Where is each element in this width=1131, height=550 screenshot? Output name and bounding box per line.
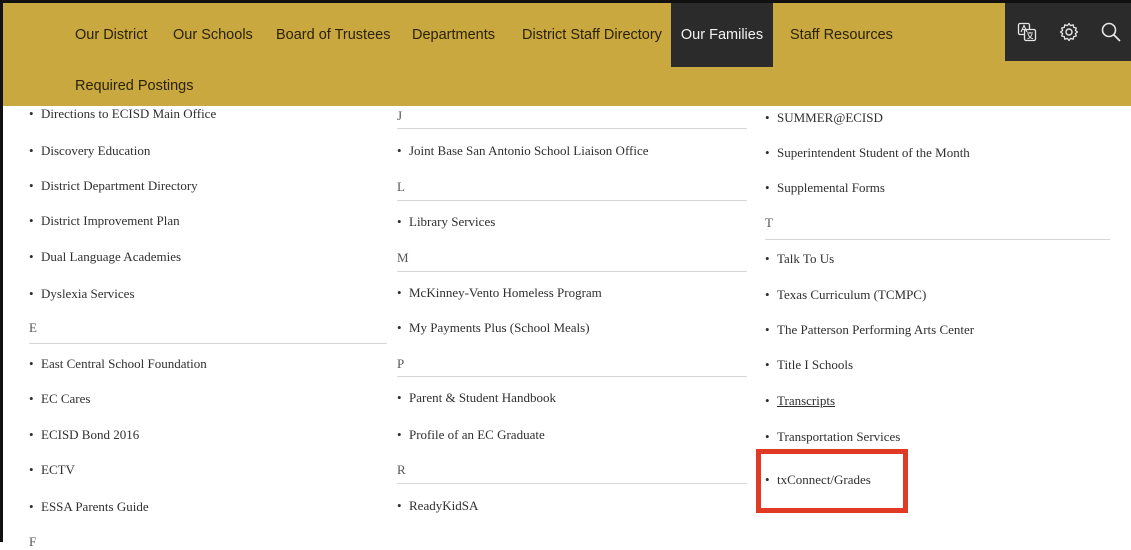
transcripts-link[interactable]: Transcripts (777, 393, 835, 408)
nav-tools (1005, 3, 1131, 61)
highlight-box (756, 449, 908, 513)
nav-required-postings[interactable]: Required Postings (75, 67, 194, 105)
nav-staff-resources[interactable]: Staff Resources (790, 3, 893, 67)
nav-board-of-trustees[interactable]: Board of Trustees (276, 3, 390, 67)
nav-our-schools[interactable]: Our Schools (173, 3, 253, 67)
list-item[interactable]: • Library Services (397, 214, 495, 230)
list-item[interactable]: • District Department Directory (29, 178, 198, 194)
list-item[interactable]: • Dyslexia Services (29, 286, 135, 302)
list-item[interactable]: • Discovery Education (29, 143, 150, 159)
nav-departments[interactable]: Departments (412, 3, 502, 67)
list-item[interactable]: • ESSA Parents Guide (29, 499, 149, 515)
list-item[interactable]: • Talk To Us (765, 251, 834, 267)
list-item[interactable]: • Dual Language Academies (29, 249, 181, 265)
letter-heading-r: R (397, 462, 406, 477)
letter-heading-p: P (397, 356, 405, 371)
list-item[interactable]: • Directions to ECISD Main Office (29, 106, 216, 122)
list-item[interactable]: • Profile of an EC Graduate (397, 427, 545, 443)
list-item[interactable]: • My Payments Plus (School Meals) (397, 320, 590, 336)
main-nav: Our District Our Schools Board of Truste… (3, 3, 1131, 106)
search-icon[interactable] (1091, 3, 1131, 61)
letter-heading-t: T (765, 215, 773, 230)
letter-heading-e: E (29, 320, 37, 335)
list-item[interactable]: • Parent & Student Handbook (397, 390, 556, 406)
divider (397, 200, 747, 201)
list-item[interactable]: • Texas Curriculum (TCMPC) (765, 287, 926, 303)
divider (397, 271, 747, 272)
nav-our-district[interactable]: Our District (75, 3, 151, 67)
list-item[interactable]: • McKinney-Vento Homeless Program (397, 285, 602, 301)
divider (29, 343, 387, 344)
list-item[interactable]: • Transportation Services (765, 429, 900, 445)
divider (765, 239, 1110, 240)
divider (397, 376, 747, 377)
nav-our-families[interactable]: Our Families (671, 3, 773, 67)
list-item[interactable]: • Supplemental Forms (765, 180, 885, 196)
letter-heading-l: L (397, 179, 405, 194)
list-item[interactable]: • ReadyKidSA (397, 498, 478, 514)
letter-heading-m: M (397, 250, 409, 265)
list-item[interactable]: • Joint Base San Antonio School Liaison O… (397, 143, 649, 159)
list-item[interactable]: • The Patterson Performing Arts Center (765, 322, 974, 338)
divider (397, 483, 747, 484)
gear-icon[interactable] (1049, 3, 1089, 61)
list-item[interactable]: • Title I Schools (765, 357, 853, 373)
list-item[interactable]: • SUMMER@ECISD (765, 110, 883, 126)
list-item[interactable]: • EC Cares (29, 391, 90, 407)
letter-heading-f: F (29, 534, 37, 549)
divider (397, 128, 747, 129)
list-item[interactable]: • ECTV (29, 462, 75, 478)
list-item[interactable]: • Transcripts (765, 393, 835, 409)
list-item[interactable]: • Superintendent Student of the Month (765, 145, 970, 161)
list-item[interactable]: • District Improvement Plan (29, 213, 180, 229)
letter-heading-j: J (397, 108, 403, 123)
list-item[interactable]: • East Central School Foundation (29, 356, 207, 372)
list-item[interactable]: • ECISD Bond 2016 (29, 427, 139, 443)
nav-district-staff-directory[interactable]: District Staff Directory (522, 3, 662, 67)
translate-icon[interactable] (1007, 3, 1047, 61)
